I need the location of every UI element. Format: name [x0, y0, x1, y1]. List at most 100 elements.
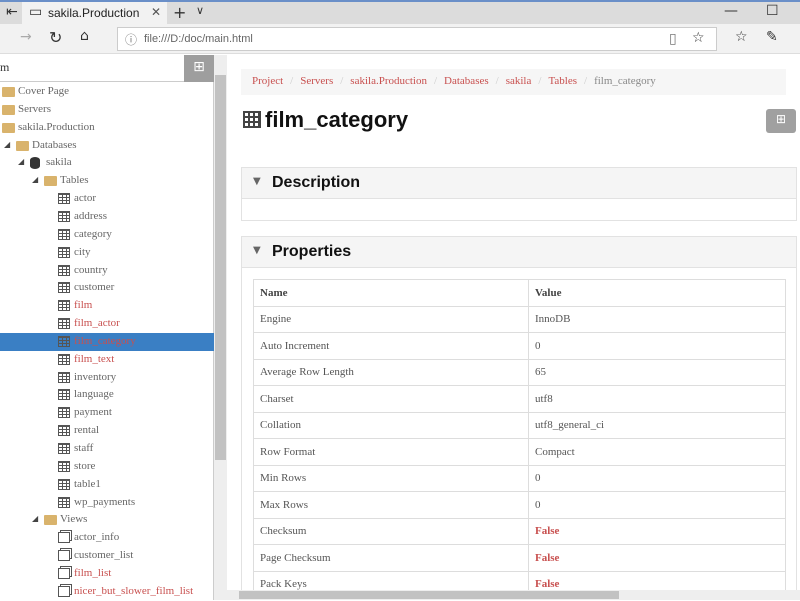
tree-item[interactable]: customer	[0, 279, 214, 297]
tree-item-label: address	[74, 209, 107, 222]
url-input[interactable]: ⓘ file:///D:/doc/main.html ▯ ☆	[117, 27, 717, 51]
expand-arrow-icon[interactable]: ◢	[32, 175, 38, 184]
tab-list-chevron-icon[interactable]: ∨	[196, 4, 204, 17]
properties-header[interactable]: ▼ Properties	[242, 237, 796, 268]
minimize-icon[interactable]: —	[724, 3, 738, 19]
tree-item-label: city	[74, 245, 91, 258]
tree-item[interactable]: customer_list	[0, 547, 214, 565]
tree-item[interactable]: film	[0, 297, 214, 315]
tree-item-label: film_category	[74, 334, 136, 347]
breadcrumb-link[interactable]: sakila	[506, 75, 532, 87]
property-name: Checksum	[253, 517, 529, 545]
tab-aside-icon[interactable]: ⇤	[6, 4, 18, 20]
breadcrumb-separator: /	[433, 75, 438, 87]
tree-item[interactable]: store	[0, 458, 214, 476]
property-name: Average Row Length	[253, 358, 529, 386]
refresh-icon[interactable]: ↻	[49, 28, 62, 47]
tree-item[interactable]: city	[0, 244, 214, 262]
tree-item[interactable]: ◢ Tables	[0, 172, 214, 190]
tree-item[interactable]: Cover Page	[0, 83, 214, 101]
expand-arrow-icon[interactable]: ◢	[18, 157, 24, 166]
table-row: Max Rows 0	[253, 491, 786, 519]
tree-item-label: table1	[74, 477, 101, 490]
tree-item[interactable]: language	[0, 386, 214, 404]
tab-bar: ⇤ ▭ sakila.Production ✕ + ∨ — ☐	[0, 0, 800, 24]
grid-toggle-button[interactable]: ⊞	[184, 55, 214, 82]
page-title: film_category	[243, 107, 408, 133]
scroll-thumb[interactable]	[239, 591, 619, 599]
search-input[interactable]: m	[0, 55, 213, 82]
tree-item[interactable]: category	[0, 226, 214, 244]
folder-icon	[2, 122, 15, 133]
breadcrumb-link[interactable]: sakila.Production	[350, 75, 427, 87]
properties-title: Properties	[272, 243, 352, 260]
property-value: Compact	[528, 438, 786, 466]
tree-item[interactable]: wp_payments	[0, 494, 214, 512]
tree-item-label: actor	[74, 192, 96, 205]
favorites-icon[interactable]: ☆	[735, 29, 748, 45]
tree-item[interactable]: inventory	[0, 369, 214, 387]
tree-item[interactable]: ◢ Views	[0, 511, 214, 529]
table-icon	[58, 443, 70, 454]
tree-item[interactable]: country	[0, 262, 214, 280]
tree-item[interactable]: payment	[0, 404, 214, 422]
tree-item-label: customer_list	[74, 549, 134, 562]
maximize-icon[interactable]: ☐	[766, 3, 779, 19]
tree-item[interactable]: staff	[0, 440, 214, 458]
tree-item-label: Views	[60, 513, 88, 526]
forward-icon[interactable]: →	[20, 29, 32, 45]
tree-item-label: film_text	[74, 352, 115, 365]
table-icon	[58, 335, 70, 347]
breadcrumb-link[interactable]: Project	[252, 75, 283, 87]
tree-item[interactable]: film_actor	[0, 315, 214, 333]
tree-item[interactable]: film_text	[0, 351, 214, 369]
tree-item[interactable]: ◢ Databases	[0, 137, 214, 155]
tree-item[interactable]: nicer_but_slower_film_list	[0, 583, 214, 601]
breadcrumb-link[interactable]: Servers	[300, 75, 333, 87]
tree-item[interactable]: table1	[0, 476, 214, 494]
tree-item-label: film	[74, 299, 93, 312]
tree-item[interactable]: film_list	[0, 565, 214, 583]
table-icon	[58, 210, 70, 222]
breadcrumb-link[interactable]: Tables	[548, 75, 577, 87]
property-value: False	[528, 544, 786, 572]
tree-item-label: nicer_but_slower_film_list	[74, 584, 194, 597]
property-value: 0	[528, 332, 786, 360]
tree-item[interactable]: film_category	[0, 332, 214, 351]
tree-item-label: category	[74, 227, 112, 240]
horizontal-scrollbar[interactable]	[227, 590, 800, 600]
table-row: Auto Increment 0	[253, 332, 786, 360]
table-icon	[58, 478, 70, 490]
breadcrumb-separator: /	[495, 75, 499, 87]
tree-item[interactable]: rental	[0, 422, 214, 440]
view-icon	[58, 567, 70, 579]
breadcrumb-link[interactable]: Databases	[444, 75, 489, 87]
close-tab-icon[interactable]: ✕	[151, 5, 161, 19]
tree-item[interactable]: Servers	[0, 101, 214, 119]
breadcrumb-separator: /	[290, 75, 294, 87]
tree-item[interactable]: actor_info	[0, 529, 214, 547]
tree-item-label: film_list	[74, 566, 112, 579]
tree-item[interactable]: address	[0, 208, 214, 226]
tree-item-label: payment	[74, 406, 112, 419]
pen-icon[interactable]: ✎	[766, 29, 778, 45]
favorite-star-icon[interactable]: ☆	[692, 30, 705, 46]
expand-arrow-icon[interactable]: ◢	[32, 514, 38, 523]
new-tab-icon[interactable]: +	[173, 3, 186, 22]
reading-view-icon[interactable]: ▯	[669, 31, 677, 47]
expand-arrow-icon[interactable]: ◢	[4, 140, 10, 149]
tree-item[interactable]: ◢ sakila	[0, 154, 214, 172]
tree-item-label: Cover Page	[18, 85, 70, 97]
table-icon	[58, 193, 70, 205]
tree-item[interactable]: actor	[0, 190, 214, 208]
browser-tab[interactable]: ▭ sakila.Production ✕	[22, 2, 167, 24]
grid-button[interactable]: ⊞	[766, 109, 796, 133]
scroll-thumb[interactable]	[215, 75, 226, 460]
folder-icon	[44, 176, 57, 187]
description-header[interactable]: ▼ Description	[242, 168, 796, 199]
home-icon[interactable]: ⌂	[80, 28, 89, 44]
breadcrumb: Project / Servers / sakila.Production / Databa…	[241, 69, 786, 95]
property-name: Collation	[253, 411, 529, 439]
tree-item[interactable]: sakila.Production	[0, 119, 214, 137]
sidebar-scrollbar[interactable]	[214, 55, 227, 600]
